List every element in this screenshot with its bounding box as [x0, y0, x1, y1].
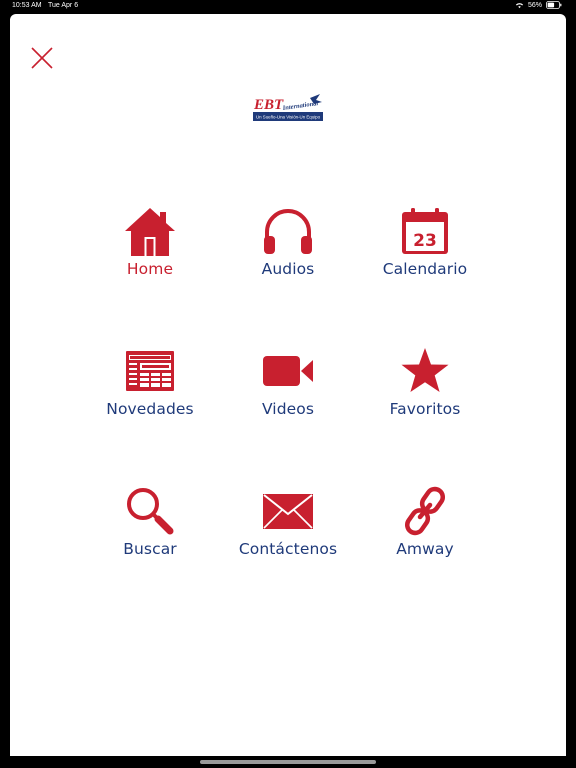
menu-label-buscar: Buscar: [123, 540, 177, 558]
logo-tagline: Un Sueño-Una Visión-Un Equipo: [256, 115, 321, 120]
menu-sheet: EBT International Un Sueño-Una Visión-Un…: [10, 14, 566, 756]
menu-label-calendario: Calendario: [382, 260, 468, 278]
ebt-logo-graphic: EBT International Un Sueño-Una Visión-Un…: [253, 94, 323, 121]
status-right: 56%: [515, 1, 562, 9]
battery-percent: 56%: [527, 1, 542, 9]
newspaper-icon: [126, 351, 174, 391]
home-indicator[interactable]: [200, 760, 376, 764]
status-time: 10:53 AM: [12, 2, 42, 9]
link-icon: [404, 486, 446, 536]
menu-label-videos: Videos: [261, 400, 315, 418]
calendar-day-number: 23: [413, 231, 437, 251]
status-bar: 10:53 AM Tue Apr 6 56%: [0, 0, 576, 12]
house-icon: [125, 208, 175, 256]
menu-label-contactenos: Contáctenos: [238, 540, 338, 558]
calendar-icon: 23: [402, 208, 448, 254]
logo-brand-main: EBT: [253, 97, 284, 113]
menu-label-audios: Audios: [261, 260, 315, 278]
menu-item-calendario[interactable]: 23 Calendario: [355, 206, 495, 306]
menu-item-novedades[interactable]: Novedades: [80, 346, 220, 446]
menu-item-audios[interactable]: Audios: [218, 206, 358, 306]
menu-item-buscar[interactable]: Buscar: [80, 486, 220, 586]
menu-item-amway[interactable]: Amway: [355, 486, 495, 586]
menu-item-home[interactable]: Home: [80, 206, 220, 306]
menu-label-favoritos: Favoritos: [389, 400, 461, 418]
envelope-icon: [263, 494, 313, 529]
magnifier-icon: [127, 488, 174, 535]
wifi-icon: [515, 3, 524, 9]
status-date: Tue Apr 6: [48, 2, 79, 9]
menu-item-contactenos[interactable]: Contáctenos: [218, 486, 358, 586]
video-camera-icon: [263, 356, 313, 386]
menu-item-videos[interactable]: Videos: [218, 346, 358, 446]
menu-label-home: Home: [126, 260, 174, 278]
menu-label-amway: Amway: [396, 540, 454, 558]
close-icon[interactable]: [28, 44, 56, 72]
star-icon: [401, 348, 449, 392]
menu-item-favoritos[interactable]: Favoritos: [355, 346, 495, 446]
menu-label-novedades: Novedades: [106, 400, 194, 418]
headphones-icon: [264, 209, 312, 254]
ebt-logo: EBT International Un Sueño-Una Visión-Un…: [252, 94, 326, 124]
battery-icon: [546, 1, 562, 9]
